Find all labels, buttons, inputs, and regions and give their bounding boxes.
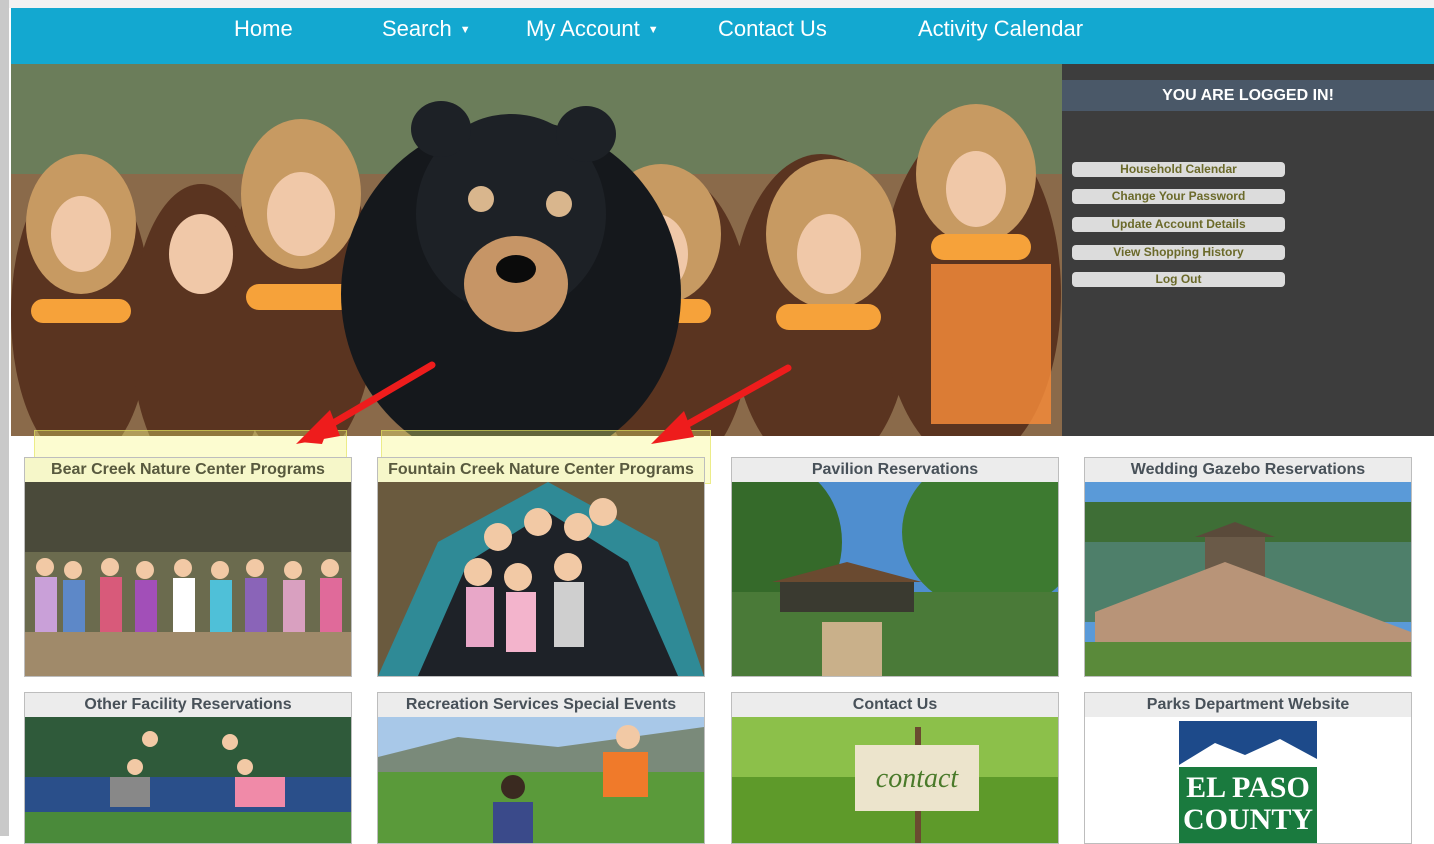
card-title[interactable]: Parks Department Website <box>1085 693 1411 717</box>
change-password-button[interactable]: Change Your Password <box>1072 189 1285 204</box>
nav-search[interactable]: Search ▼ <box>382 8 471 50</box>
chevron-down-icon: ▼ <box>459 24 471 37</box>
card-title[interactable]: Wedding Gazebo Reservations <box>1085 458 1411 482</box>
nav-contact-us[interactable]: Contact Us <box>718 8 827 50</box>
nav-my-account-label: My Account <box>526 16 640 41</box>
view-shopping-history-button[interactable]: View Shopping History <box>1072 245 1285 260</box>
card-fountain-creek[interactable]: Fountain Creek Nature Center Programs <box>377 457 705 677</box>
el-paso-county-logo: EL PASO COUNTY <box>1085 717 1411 843</box>
left-rail <box>0 0 9 836</box>
update-account-details-button[interactable]: Update Account Details <box>1072 217 1285 232</box>
bear-creek-photo <box>25 482 351 676</box>
fountain-creek-photo <box>378 482 704 676</box>
pavilion-photo <box>732 482 1058 676</box>
nav-activity-calendar[interactable]: Activity Calendar <box>918 8 1083 50</box>
logo-line-1: EL PASO <box>1186 771 1310 804</box>
logo-line-2: COUNTY <box>1183 803 1313 836</box>
card-parks-website[interactable]: Parks Department Website EL PASO COUNTY <box>1084 692 1412 844</box>
nav-my-account[interactable]: My Account ▼ <box>526 8 659 50</box>
nav-search-label: Search <box>382 16 452 41</box>
top-navbar: Home Search ▼ My Account ▼ Contact Us Acti… <box>11 8 1434 64</box>
card-wedding-gazebo[interactable]: Wedding Gazebo Reservations <box>1084 457 1412 677</box>
chevron-down-icon: ▼ <box>647 24 659 37</box>
card-other-facility[interactable]: Other Facility Reservations <box>24 692 352 844</box>
card-title[interactable]: Recreation Services Special Events <box>378 693 704 717</box>
card-title[interactable]: Fountain Creek Nature Center Programs <box>378 458 704 482</box>
log-out-button[interactable]: Log Out <box>1072 272 1285 287</box>
hero-photo <box>11 64 1062 436</box>
top-strip <box>9 0 1434 8</box>
card-recreation-events[interactable]: Recreation Services Special Events <box>377 692 705 844</box>
contact-sign-text: contact <box>876 763 960 794</box>
card-title[interactable]: Other Facility Reservations <box>25 693 351 717</box>
logged-in-heading: YOU ARE LOGGED IN! <box>1062 80 1434 111</box>
contact-sign-photo: contact <box>732 717 1058 843</box>
nav-home[interactable]: Home <box>234 8 293 50</box>
account-panel: YOU ARE LOGGED IN! Household Calendar Ch… <box>1062 64 1434 436</box>
wedding-gazebo-photo <box>1085 482 1411 676</box>
card-contact-us[interactable]: Contact Us contact <box>731 692 1059 844</box>
recreation-events-photo <box>378 717 704 843</box>
hero-illustration <box>11 64 1062 436</box>
other-facility-photo <box>25 717 351 843</box>
card-title[interactable]: Bear Creek Nature Center Programs <box>25 458 351 482</box>
card-title[interactable]: Pavilion Reservations <box>732 458 1058 482</box>
card-pavilion[interactable]: Pavilion Reservations <box>731 457 1059 677</box>
card-title[interactable]: Contact Us <box>732 693 1058 717</box>
household-calendar-button[interactable]: Household Calendar <box>1072 162 1285 177</box>
card-bear-creek[interactable]: Bear Creek Nature Center Programs <box>24 457 352 677</box>
